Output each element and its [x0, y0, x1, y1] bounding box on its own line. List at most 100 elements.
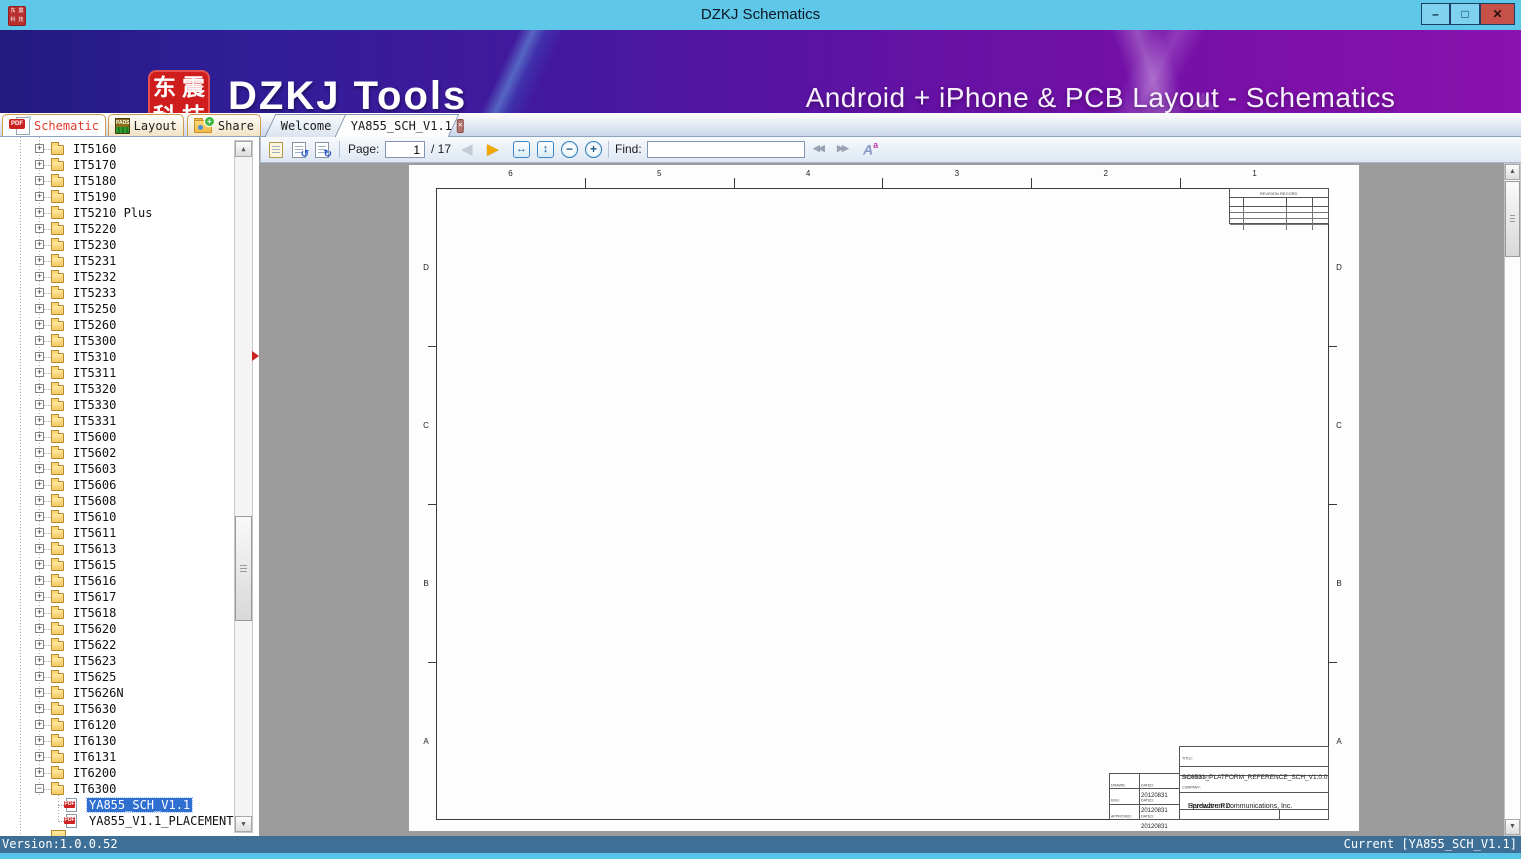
zoom-in-button[interactable]: +	[585, 141, 602, 158]
tree-folder-row[interactable]: IT6200	[0, 765, 241, 781]
tree-folder-row[interactable]: IT5626N	[0, 685, 241, 701]
tab-close-icon[interactable]: ✕	[456, 119, 464, 133]
tree-folder-row[interactable]: IT5160	[0, 141, 241, 157]
expand-icon[interactable]	[35, 672, 44, 681]
tree-document-row[interactable]: PDF YA855_SCH_V1.1	[0, 797, 241, 813]
tree-folder-row[interactable]: IT5615	[0, 557, 241, 573]
expand-icon[interactable]	[35, 240, 44, 249]
expand-icon[interactable]	[35, 624, 44, 633]
expand-icon[interactable]	[35, 528, 44, 537]
expand-icon[interactable]	[35, 192, 44, 201]
tree-folder-row[interactable]: IT5190	[0, 189, 241, 205]
expand-icon[interactable]	[35, 576, 44, 585]
tree-document-row[interactable]: PDF YA855_V1.1_PLACEMENT	[0, 813, 241, 829]
expand-icon[interactable]	[35, 320, 44, 329]
expand-icon[interactable]	[35, 704, 44, 713]
tree-folder-row[interactable]: IT5170	[0, 157, 241, 173]
expand-icon[interactable]	[35, 512, 44, 521]
find-next-button[interactable]: ▶▶	[837, 143, 849, 154]
viewer-scrollbar[interactable]: ▲ ▼	[1504, 163, 1521, 836]
tree-folder-row[interactable]: IT5331	[0, 413, 241, 429]
tree-folder-row[interactable]: IT5625	[0, 669, 241, 685]
tree-folder-row[interactable]: IT5330	[0, 397, 241, 413]
scrollbar-thumb[interactable]	[235, 516, 252, 621]
expand-icon[interactable]	[35, 688, 44, 697]
expand-icon[interactable]	[35, 352, 44, 361]
expand-icon[interactable]	[35, 544, 44, 553]
expand-icon[interactable]	[35, 368, 44, 377]
scroll-up-button[interactable]: ▲	[1505, 164, 1520, 180]
tree-folder-row[interactable]: IT5210 Plus	[0, 205, 241, 221]
expand-icon[interactable]	[35, 288, 44, 297]
scroll-down-button[interactable]: ▼	[1505, 819, 1520, 835]
scrollbar-thumb[interactable]	[1505, 181, 1520, 257]
expand-icon[interactable]	[35, 432, 44, 441]
minimize-button[interactable]: –	[1421, 3, 1450, 25]
expand-icon[interactable]	[35, 496, 44, 505]
text-size-button[interactable]: Aa	[863, 140, 883, 159]
expand-icon[interactable]	[35, 272, 44, 281]
expand-icon[interactable]	[35, 384, 44, 393]
tree-folder-row[interactable]: IT5610	[0, 509, 241, 525]
expand-icon[interactable]	[35, 784, 44, 793]
expand-icon[interactable]	[35, 560, 44, 569]
tree-folder-row[interactable]: IT6130	[0, 733, 241, 749]
tree-scrollbar[interactable]: ▲ ▼	[234, 140, 253, 833]
tree-folder-row[interactable]: IT5616	[0, 573, 241, 589]
doc-tab-document[interactable]: YA855_SCH_V1.1 ✕	[334, 114, 464, 137]
expand-icon[interactable]	[35, 592, 44, 601]
expand-icon[interactable]	[35, 464, 44, 473]
tree-folder-row[interactable]: IT5603	[0, 461, 241, 477]
expand-icon[interactable]	[35, 336, 44, 345]
find-input[interactable]	[647, 141, 805, 158]
next-page-button[interactable]: ▶	[487, 139, 499, 160]
tree-folder-row[interactable]: IT5608	[0, 493, 241, 509]
rotate-right-icon[interactable]: ↻	[315, 142, 332, 160]
find-previous-button[interactable]: ◀◀	[813, 143, 825, 154]
scroll-down-button[interactable]: ▼	[235, 816, 252, 832]
copy-page-icon[interactable]	[269, 142, 283, 158]
rotate-left-icon[interactable]: ↺	[292, 142, 309, 160]
tab-layout[interactable]: PADS Layout	[108, 114, 184, 136]
tree-folder-row[interactable]: IT5613	[0, 541, 241, 557]
tree-folder-row[interactable]: IT5180	[0, 173, 241, 189]
tree-folder-row[interactable]: IT5310	[0, 349, 241, 365]
tree-folder-row[interactable]: IT5260	[0, 317, 241, 333]
tree-folder-row[interactable]: IT5611	[0, 525, 241, 541]
tree-folder-row[interactable]: IT5320	[0, 381, 241, 397]
tree-folder-row[interactable]: IT5600	[0, 429, 241, 445]
expand-icon[interactable]	[35, 256, 44, 265]
zoom-out-button[interactable]: −	[561, 141, 578, 158]
tree-folder-row[interactable]: IT6131	[0, 749, 241, 765]
expand-icon[interactable]	[35, 720, 44, 729]
tree-folder-row[interactable]: IT5622	[0, 637, 241, 653]
tree-folder-row[interactable]: IT6300	[0, 781, 241, 797]
expand-icon[interactable]	[35, 480, 44, 489]
fit-page-button[interactable]: ↕	[537, 141, 554, 158]
tree-folder-row[interactable]: IT5606	[0, 477, 241, 493]
expand-icon[interactable]	[35, 736, 44, 745]
tree-folder-row[interactable]: IT5602	[0, 445, 241, 461]
tree-folder-row[interactable]: IT5617	[0, 589, 241, 605]
tree-folder-row[interactable]: IT5623	[0, 653, 241, 669]
maximize-button[interactable]: □	[1450, 3, 1480, 25]
expand-icon[interactable]	[35, 160, 44, 169]
tree-folder-row[interactable]: IT5232	[0, 269, 241, 285]
expand-icon[interactable]	[35, 640, 44, 649]
tree-folder-row[interactable]: IT5300	[0, 333, 241, 349]
tree-folder-row[interactable]: IT5250	[0, 301, 241, 317]
tree-folder-row[interactable]: IT6120	[0, 717, 241, 733]
expand-icon[interactable]	[35, 656, 44, 665]
expand-icon[interactable]	[35, 752, 44, 761]
expand-icon[interactable]	[35, 304, 44, 313]
tree-folder-row[interactable]: IT5630	[0, 701, 241, 717]
tree-folder-row[interactable]: IT5231	[0, 253, 241, 269]
tree-folder-row[interactable]: IT5230	[0, 237, 241, 253]
tree-folder-row[interactable]: IT5233	[0, 285, 241, 301]
tree-folder-row[interactable]: IT5620	[0, 621, 241, 637]
scroll-up-button[interactable]: ▲	[235, 141, 252, 157]
close-button[interactable]: ✕	[1480, 3, 1515, 25]
expand-icon[interactable]	[35, 144, 44, 153]
tree-folder-row[interactable]: IT5618	[0, 605, 241, 621]
tree-folder-row[interactable]: IT5311	[0, 365, 241, 381]
